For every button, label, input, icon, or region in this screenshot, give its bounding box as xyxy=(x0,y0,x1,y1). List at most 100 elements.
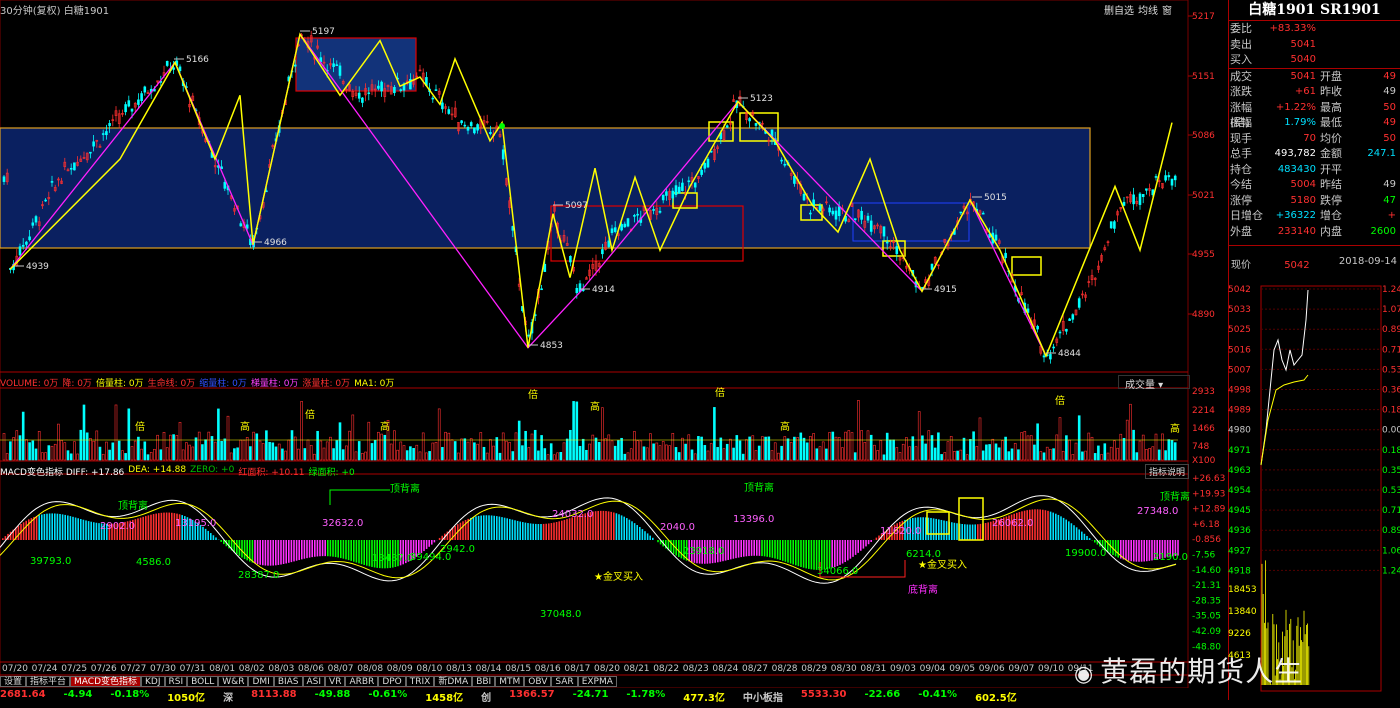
tab-3[interactable]: KDJ xyxy=(141,676,165,687)
candle-body xyxy=(959,211,963,214)
price-axis-label: 5217 xyxy=(1192,12,1215,22)
macd-bar xyxy=(256,540,259,565)
window-button[interactable]: 窗 xyxy=(1162,2,1172,17)
candle-body xyxy=(885,241,889,244)
watermark-text: 黄磊的期货人生 xyxy=(1100,655,1304,688)
indicator-tabs: 设置 指标平台 MACD变色指标 KDJ RSI BOLL W&R DMI BIAS ASI VR A… xyxy=(0,676,617,687)
tab-0[interactable]: 设置 xyxy=(0,676,27,687)
tab-16[interactable]: MTM xyxy=(495,676,525,687)
tab-12[interactable]: DPO xyxy=(378,676,406,687)
volume-bar xyxy=(1039,451,1043,461)
tab-8[interactable]: BIAS xyxy=(273,676,303,687)
tab-1[interactable]: 指标平台 xyxy=(26,676,71,687)
macd-bar xyxy=(828,540,831,569)
ticker-item: 深 xyxy=(223,693,234,704)
tab-7[interactable]: DMI xyxy=(248,676,274,687)
volume-bar xyxy=(421,432,425,461)
volume-bar xyxy=(364,451,367,461)
tab-10[interactable]: VR xyxy=(325,676,346,687)
candle-body xyxy=(658,210,662,213)
indicator-help-button[interactable]: 指标说明 xyxy=(1145,464,1190,479)
tab-9[interactable]: ASI xyxy=(302,676,326,687)
tab-15[interactable]: BBI xyxy=(472,676,496,687)
volume-bar xyxy=(172,434,175,461)
candle-body xyxy=(1122,201,1126,206)
volume-bar xyxy=(66,450,70,461)
macd-bar xyxy=(862,540,865,549)
candle-body xyxy=(748,118,751,122)
volume-bar xyxy=(796,437,799,461)
macd-bar xyxy=(438,537,441,540)
macd-bar xyxy=(646,533,649,540)
price-label: 4853 xyxy=(540,341,563,351)
volume-bar xyxy=(933,447,937,461)
price-label: 4844 xyxy=(1058,349,1081,359)
tab-13[interactable]: TRIX xyxy=(405,676,435,687)
tab-17[interactable]: OBV xyxy=(524,676,552,687)
price-axis-label: 5021 xyxy=(1192,191,1215,201)
volume-bar xyxy=(994,443,998,461)
candle-body xyxy=(869,220,873,232)
volume-bar xyxy=(725,443,729,461)
price-axis-label: 4955 xyxy=(1192,250,1215,260)
tab-19[interactable]: EXPMA xyxy=(577,676,617,687)
volume-bar xyxy=(207,431,211,461)
volume-bar xyxy=(34,448,38,461)
candle-body xyxy=(172,67,175,70)
volume-bar xyxy=(213,441,217,461)
volume-bar xyxy=(649,433,652,461)
volume-bar xyxy=(684,443,687,461)
quote-value: +61 xyxy=(1294,86,1316,97)
volume-bar xyxy=(194,437,198,461)
volume-bar xyxy=(626,452,630,461)
tab-14[interactable]: 新DMA xyxy=(434,676,473,687)
volume-bar xyxy=(169,434,172,461)
remove-favorite-button[interactable]: 删自选 xyxy=(1104,2,1134,17)
volume-bar xyxy=(114,404,118,461)
volume-bar xyxy=(690,449,694,461)
tab-4[interactable]: RSI xyxy=(164,676,188,687)
volume-bar xyxy=(735,435,739,461)
divergence-marker xyxy=(329,489,390,505)
volume-bar xyxy=(460,438,463,461)
tab-2[interactable]: MACD变色指标 xyxy=(70,676,142,687)
volume-bar xyxy=(185,442,188,461)
volume-bar xyxy=(319,440,323,461)
volume-mode-select[interactable]: 成交量 ▾ xyxy=(1118,375,1190,391)
macd-bar xyxy=(353,540,355,562)
tab-6[interactable]: W&R xyxy=(218,676,249,687)
quote-key: 日增仓 xyxy=(1230,209,1263,222)
tab-11[interactable]: ARBR xyxy=(345,676,379,687)
candle-body xyxy=(1164,175,1167,181)
macd-bar xyxy=(813,540,815,570)
ma-button[interactable]: 均线 xyxy=(1138,2,1158,17)
main-chart[interactable]: 5217 5151 5086 5021 4955 4890 5197 5166 5123 5097… xyxy=(0,0,1228,688)
quote-value: +36322 xyxy=(1275,210,1316,221)
tab-18[interactable]: SAR xyxy=(551,676,578,687)
macd-bar xyxy=(509,518,511,540)
volume-bar xyxy=(1157,449,1161,461)
macd-value: 26062.0 xyxy=(992,518,1033,529)
volume-bar xyxy=(1116,447,1119,461)
macd-bar xyxy=(17,525,20,540)
macd-bar xyxy=(503,517,506,540)
macd-bar xyxy=(805,540,807,569)
ticker-item: -0.41% xyxy=(918,689,958,700)
tab-5[interactable]: BOLL xyxy=(187,676,219,687)
volume-bar xyxy=(751,435,755,461)
quote-key: 卖出 xyxy=(1230,37,1252,51)
volume-bar xyxy=(1122,438,1126,461)
volume-bar xyxy=(841,447,844,461)
volume-bar xyxy=(700,436,703,461)
macd-bar xyxy=(568,518,571,540)
mini-left-label: 5025 xyxy=(1228,325,1251,335)
volume-indicator-item: 降: 0万 xyxy=(62,379,92,389)
macd-bar xyxy=(979,523,982,540)
volume-bar xyxy=(642,446,646,461)
volume-label: 高 xyxy=(380,420,390,433)
macd-bar xyxy=(633,523,636,540)
volume-bar xyxy=(677,452,681,461)
macd-bar xyxy=(984,522,987,540)
quote-value xyxy=(1350,162,1396,178)
macd-bar xyxy=(324,540,326,557)
